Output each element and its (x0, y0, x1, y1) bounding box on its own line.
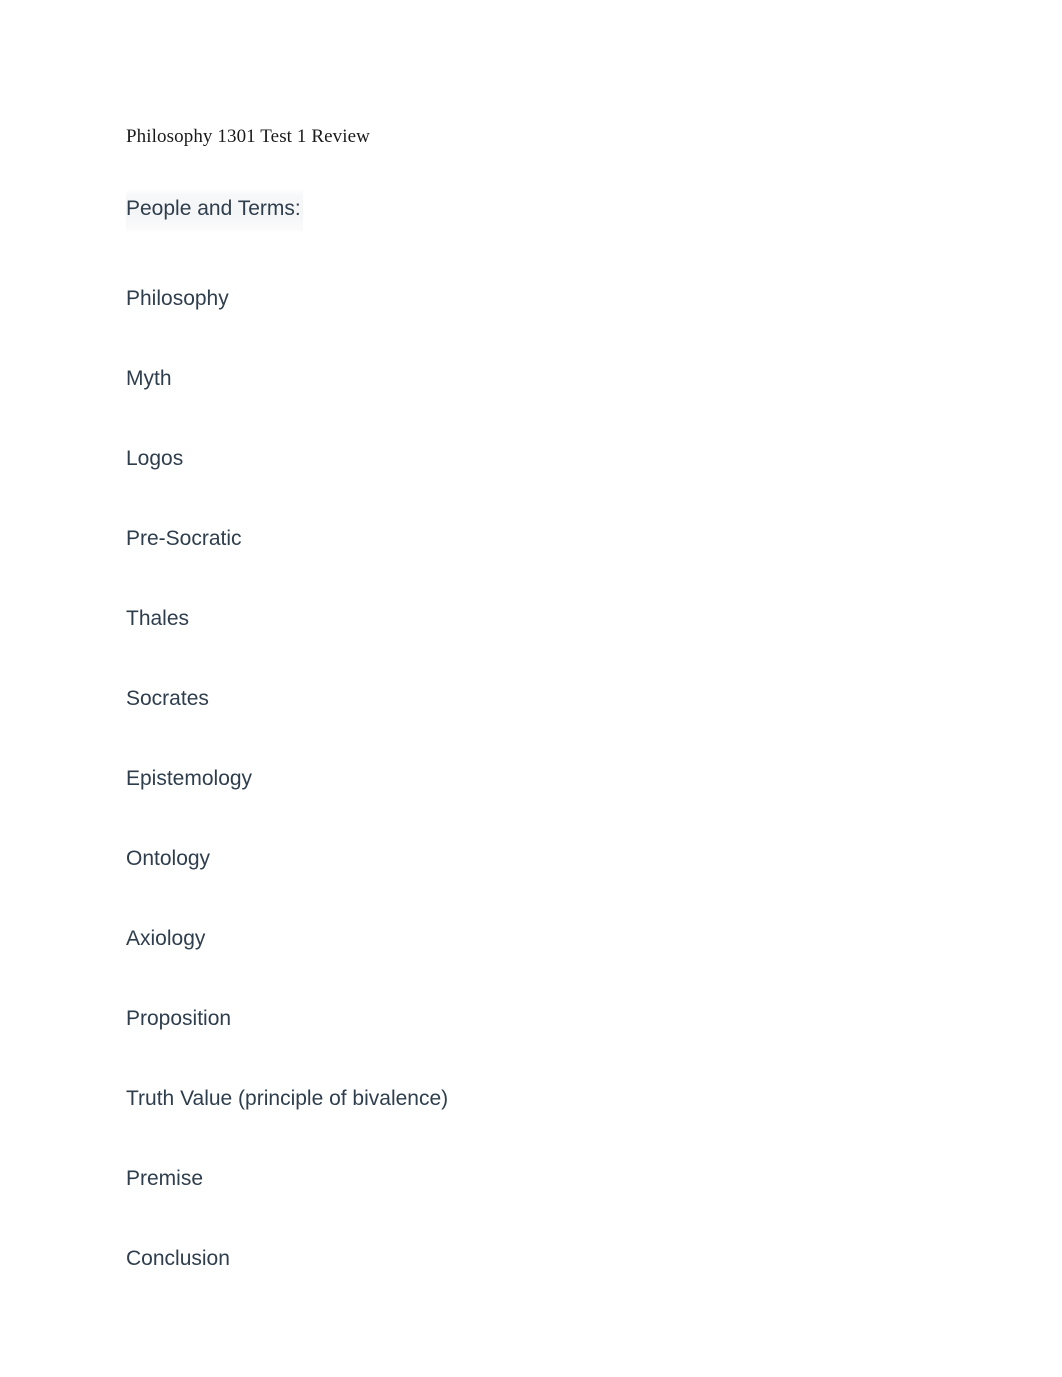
list-item: Proposition (126, 1007, 232, 1030)
document-body: Philosophy 1301 Test 1 Review People and… (126, 125, 986, 1273)
section-heading-people-and-terms: People and Terms: (126, 189, 303, 233)
page-title: Philosophy 1301 Test 1 Review (126, 126, 370, 147)
list-item: Ontology (126, 847, 211, 870)
list-item: Epistemology (126, 767, 253, 790)
list-item: Premise (126, 1167, 204, 1190)
list-item: Pre-Socratic (126, 527, 242, 550)
list-item: Socrates (126, 687, 209, 710)
list-item: Truth Value (principle of bivalence) (126, 1087, 449, 1110)
list-item: Thales (126, 607, 190, 630)
document-page: Philosophy 1301 Test 1 Review People and… (0, 0, 1062, 1377)
terms-list: Philosophy Myth Logos Pre-Socratic Thale… (126, 285, 986, 1273)
list-item: Philosophy (126, 287, 229, 310)
list-item: Logos (126, 447, 184, 470)
list-item: Axiology (126, 927, 206, 950)
list-item: Myth (126, 367, 172, 390)
list-item: Conclusion (126, 1247, 230, 1270)
